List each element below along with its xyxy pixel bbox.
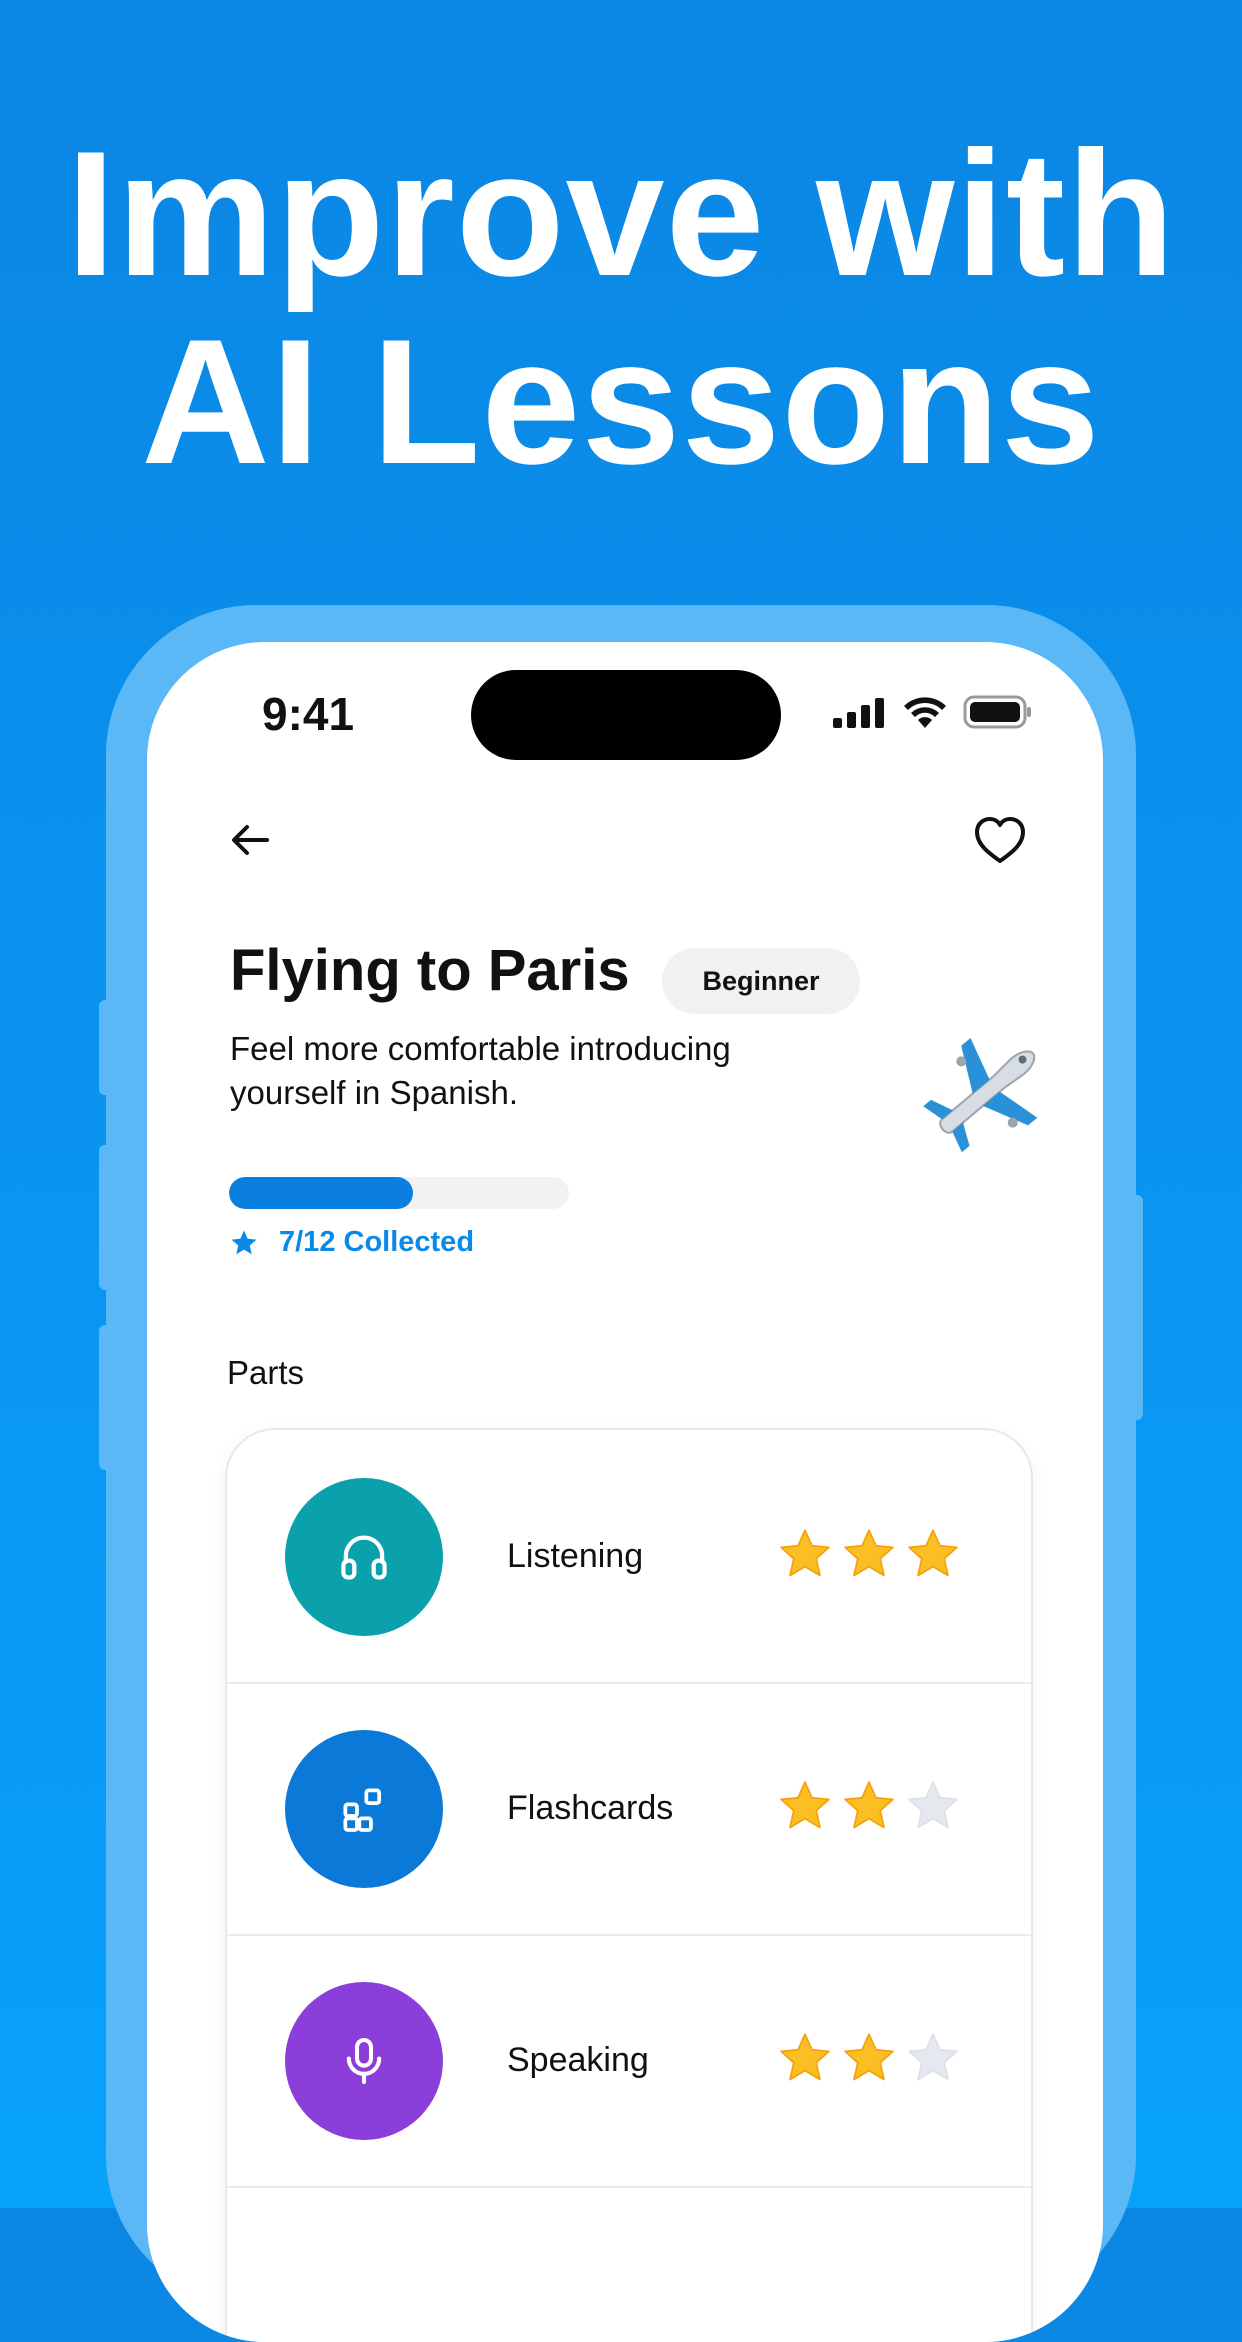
star-empty-icon [908,1781,958,1829]
star-filled-icon [844,1529,894,1577]
dynamic-island [471,670,781,760]
star-rating-flashcards [777,1778,961,1834]
status-time: 9:41 [262,688,355,740]
star-filled-icon [908,1529,958,1577]
collected-text: 7/12 Collected [279,1226,475,1258]
phone-screen: 9:41 Flying to Paris Beginner Feel more … [147,642,1103,2342]
parts-list: Listening Flashcards Speaking [225,1428,1033,2342]
headline-line-1: Improve with [66,114,1176,313]
airplane-icon [923,1038,1038,1153]
listening-icon-circle [285,1478,443,1636]
star-filled-icon [780,2033,830,2081]
wifi-icon [904,697,946,728]
battery-icon [963,695,1031,729]
favorite-button[interactable] [967,807,1033,873]
star-rating-listening [777,1526,961,1582]
flashcards-icon-circle [285,1730,443,1888]
part-row-speaking[interactable]: Speaking [227,1934,1031,2188]
star-filled-icon [844,2033,894,2081]
star-filled-icon [780,1781,830,1829]
lesson-title: Flying to Paris [230,938,630,1003]
status-icons [833,694,1033,730]
lesson-progress-fill [229,1177,413,1209]
star-icon [231,1230,257,1254]
arrow-left-icon [232,825,269,855]
headline: Improve with AI Lessons [0,120,1242,496]
part-row-listening[interactable]: Listening [227,1430,1031,1684]
star-filled-icon [780,1529,830,1577]
star-empty-icon [908,2033,958,2081]
speaking-icon-circle [285,1982,443,2140]
lesson-description: Feel more comfortable introducing yourse… [230,1030,731,1111]
star-filled-icon [844,1781,894,1829]
part-label-listening: Listening [507,1536,644,1575]
headphones-icon [341,1535,387,1580]
part-row-flashcards[interactable]: Flashcards [227,1682,1031,1936]
headline-line-2: AI Lessons [141,302,1101,501]
level-badge: Beginner [662,948,860,1014]
lesson-progress-bar [229,1177,569,1209]
parts-section-label: Parts [227,1354,305,1391]
microphone-icon [346,2037,382,2085]
flashcards-icon [343,1788,382,1832]
part-label-speaking: Speaking [507,2040,649,2079]
heart-icon [975,817,1025,863]
collected-status: 7/12 Collected [229,1226,474,1259]
back-button[interactable] [220,810,280,870]
star-rating-speaking [777,2030,961,2086]
part-label-flashcards: Flashcards [507,1788,674,1827]
signal-icon [833,698,884,728]
